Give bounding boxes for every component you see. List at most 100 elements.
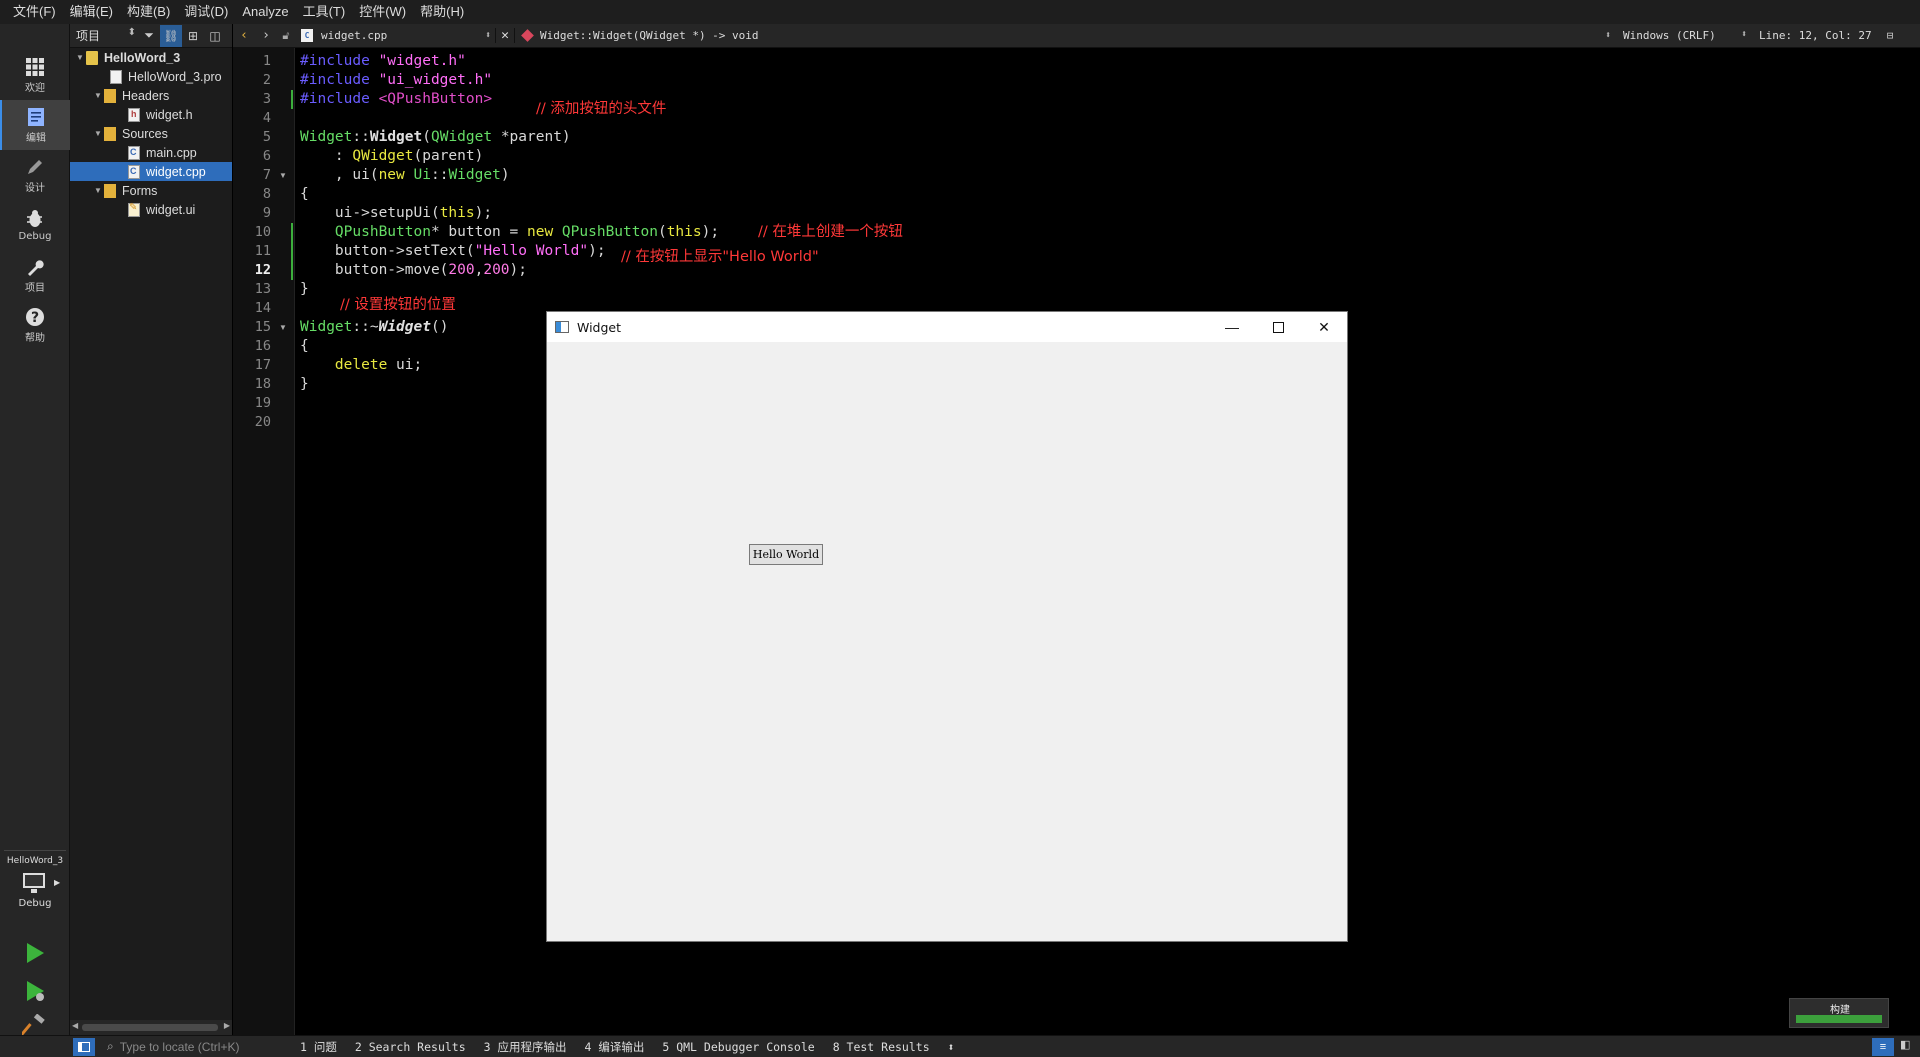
split-editor-icon[interactable]: ⊟ xyxy=(1879,29,1901,42)
scroll-right-icon[interactable]: ▶ xyxy=(224,1021,230,1030)
scrollbar-thumb[interactable] xyxy=(82,1024,218,1031)
code-line: QPushButton* button = new QPushButton(th… xyxy=(334,224,720,240)
folder-icon xyxy=(104,88,116,103)
status-bar: ⌕ Type to locate (Ctrl+K) 1 问题 2 Search … xyxy=(0,1035,1920,1057)
split-view-icon[interactable]: ◧ xyxy=(1900,1038,1916,1056)
minimize-button[interactable]: — xyxy=(1209,312,1255,342)
menu-edit[interactable]: 编辑(E) xyxy=(63,0,120,24)
tree-item-label: Sources xyxy=(122,126,168,141)
mode-design[interactable]: 设计 xyxy=(0,150,70,200)
menu-tools[interactable]: 工具(T) xyxy=(296,0,353,24)
close-document-icon[interactable]: ✕ xyxy=(495,28,515,43)
mode-help[interactable]: ? 帮助 xyxy=(0,300,70,350)
line-number: 14 xyxy=(254,300,271,316)
fold-arrow-icon[interactable]: ▼ xyxy=(279,318,287,337)
line-number: 6 xyxy=(262,148,271,164)
pane-issues[interactable]: 1 问题 xyxy=(291,1039,346,1055)
pane-search-results[interactable]: 2 Search Results xyxy=(346,1040,475,1054)
tree-item-forms[interactable]: ▼ Forms xyxy=(70,181,232,200)
code-line: { xyxy=(300,338,309,354)
project-icon xyxy=(86,50,98,65)
open-documents-selector[interactable]: C widget.cpp xyxy=(295,29,495,42)
line-number: 9 xyxy=(262,205,271,221)
symbol-selector[interactable]: Widget::Widget(QWidget *) -> void xyxy=(515,29,1615,42)
build-button[interactable] xyxy=(20,1013,48,1036)
tree-item-sources[interactable]: ▼ Sources xyxy=(70,124,232,143)
back-icon[interactable]: ‹ xyxy=(233,28,255,43)
tree-item-widget-h[interactable]: widget.h xyxy=(70,105,232,124)
cursor-position[interactable]: Line: 12, Col: 27 xyxy=(1751,29,1879,42)
menu-file[interactable]: 文件(F) xyxy=(6,0,63,24)
tree-item-headers[interactable]: ▼ Headers xyxy=(70,86,232,105)
mode-projects[interactable]: 项目 xyxy=(0,250,70,300)
line-number-gutter: 1 2 3 4 5 6 7 8 9 10 11 12 13 14 15 16 1… xyxy=(233,48,295,1035)
run-button[interactable] xyxy=(22,940,48,966)
cpp-file-icon: C xyxy=(301,29,313,42)
lock-icon[interactable]: 🔓︎ xyxy=(277,29,295,43)
line-number: 10 xyxy=(254,224,271,240)
change-marker xyxy=(291,223,293,242)
maximize-button[interactable] xyxy=(1255,312,1301,342)
mode-label: Debug xyxy=(18,230,52,242)
pane-qml-debugger-console[interactable]: 5 QML Debugger Console xyxy=(653,1040,823,1054)
line-number: 3 xyxy=(262,91,271,107)
code-line: #include <QPushButton> xyxy=(300,91,493,107)
line-number: 13 xyxy=(254,281,271,297)
bug-icon xyxy=(27,209,42,227)
collapse-arrow-icon[interactable]: ▼ xyxy=(92,186,104,195)
tree-item-main-cpp[interactable]: main.cpp xyxy=(70,143,232,162)
widget-titlebar[interactable]: Widget — ✕ xyxy=(547,312,1347,342)
collapse-arrow-icon[interactable]: ▼ xyxy=(74,53,86,62)
link-icon[interactable]: ⛓ xyxy=(160,24,182,47)
kit-build-mode: Debug xyxy=(18,898,52,909)
menu-debug[interactable]: 调试(D) xyxy=(177,0,235,24)
line-ending-selector[interactable]: Windows (CRLF) xyxy=(1615,29,1751,42)
scroll-left-icon[interactable]: ◀ xyxy=(72,1021,78,1030)
pane-more-selector-icon[interactable]: ⬍ xyxy=(939,1040,964,1054)
hello-world-button[interactable]: Hello World xyxy=(749,544,823,565)
split-add-icon[interactable]: ⊞ xyxy=(182,25,204,47)
menu-build[interactable]: 构建(B) xyxy=(120,0,177,24)
mode-edit[interactable]: 编辑 xyxy=(0,100,70,150)
pane-compile-output[interactable]: 4 编译输出 xyxy=(576,1039,654,1055)
fold-arrow-icon[interactable]: ▼ xyxy=(279,166,287,185)
menu-widgets[interactable]: 控件(W) xyxy=(352,0,413,24)
locator-input[interactable]: ⌕ Type to locate (Ctrl+K) xyxy=(101,1037,291,1057)
mode-welcome[interactable]: 欢迎 xyxy=(0,50,70,100)
close-icon: ✕ xyxy=(1318,318,1330,335)
kit-arrow-icon: ▶ xyxy=(54,878,61,887)
tree-item-project[interactable]: ▼ HelloWord_3 xyxy=(70,48,232,67)
tree-item-widget-cpp[interactable]: widget.cpp xyxy=(70,162,232,181)
forward-icon[interactable]: › xyxy=(255,28,277,43)
tree-item-pro-file[interactable]: HelloWord_3.pro xyxy=(70,67,232,86)
cpp-file-icon xyxy=(128,145,140,160)
close-pane-icon[interactable]: ◫ xyxy=(204,25,226,47)
output-panes-toggle-button[interactable]: ≡ xyxy=(1872,1038,1894,1056)
collapse-arrow-icon[interactable]: ▼ xyxy=(92,129,104,138)
project-toolbar: 项目 ⏷ ⛓ ⊞ ◫ xyxy=(70,24,232,48)
filter-icon[interactable]: ⏷ xyxy=(138,25,160,47)
project-horizontal-scrollbar[interactable]: ◀ ▶ xyxy=(70,1020,232,1035)
mode-label: 编辑 xyxy=(26,132,46,144)
mode-debug[interactable]: Debug xyxy=(0,200,70,250)
tree-item-label: Headers xyxy=(122,88,170,103)
collapse-arrow-icon[interactable]: ▼ xyxy=(92,91,104,100)
build-progress-label: 构建 xyxy=(1830,1005,1850,1016)
close-button[interactable]: ✕ xyxy=(1301,312,1347,342)
file-icon xyxy=(110,69,122,84)
debug-run-button[interactable] xyxy=(22,978,48,1004)
tree-item-widget-ui[interactable]: widget.ui xyxy=(70,200,232,219)
line-number: 19 xyxy=(254,395,271,411)
project-view-selector[interactable]: 项目 xyxy=(70,27,138,44)
pane-test-results[interactable]: 8 Test Results xyxy=(824,1040,939,1054)
kit-selector[interactable]: HelloWord_3 ▶ Debug xyxy=(0,856,70,909)
current-symbol: Widget::Widget(QWidget *) -> void xyxy=(540,29,759,42)
menu-analyze[interactable]: Analyze xyxy=(235,0,295,24)
code-line: } xyxy=(300,376,309,392)
menu-help[interactable]: 帮助(H) xyxy=(413,0,471,24)
kit-project-name: HelloWord_3 xyxy=(6,856,64,866)
line-number: 17 xyxy=(254,357,271,373)
toggle-sidebar-button[interactable] xyxy=(73,1037,95,1056)
pane-application-output[interactable]: 3 应用程序输出 xyxy=(475,1039,576,1055)
build-progress[interactable]: 构建 xyxy=(1789,998,1889,1028)
